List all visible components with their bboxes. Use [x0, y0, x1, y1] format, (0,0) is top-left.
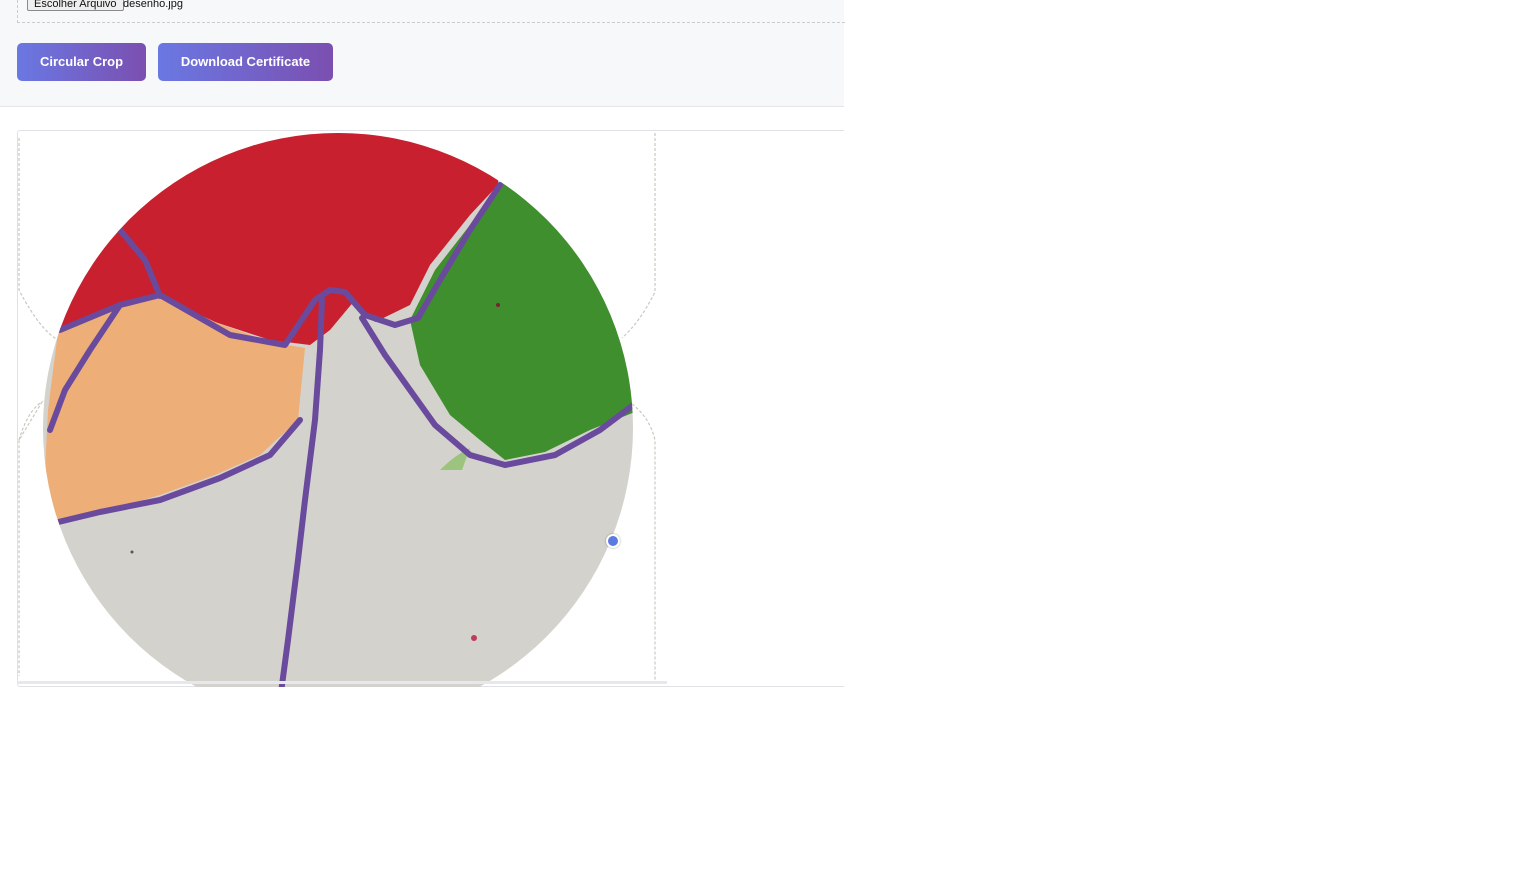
cropped-drawing	[43, 133, 633, 687]
canvas-scrollbar[interactable]	[17, 681, 667, 684]
cropped-image-canvas[interactable]	[0, 0, 1514, 888]
crop-resize-handle[interactable]	[606, 534, 620, 548]
